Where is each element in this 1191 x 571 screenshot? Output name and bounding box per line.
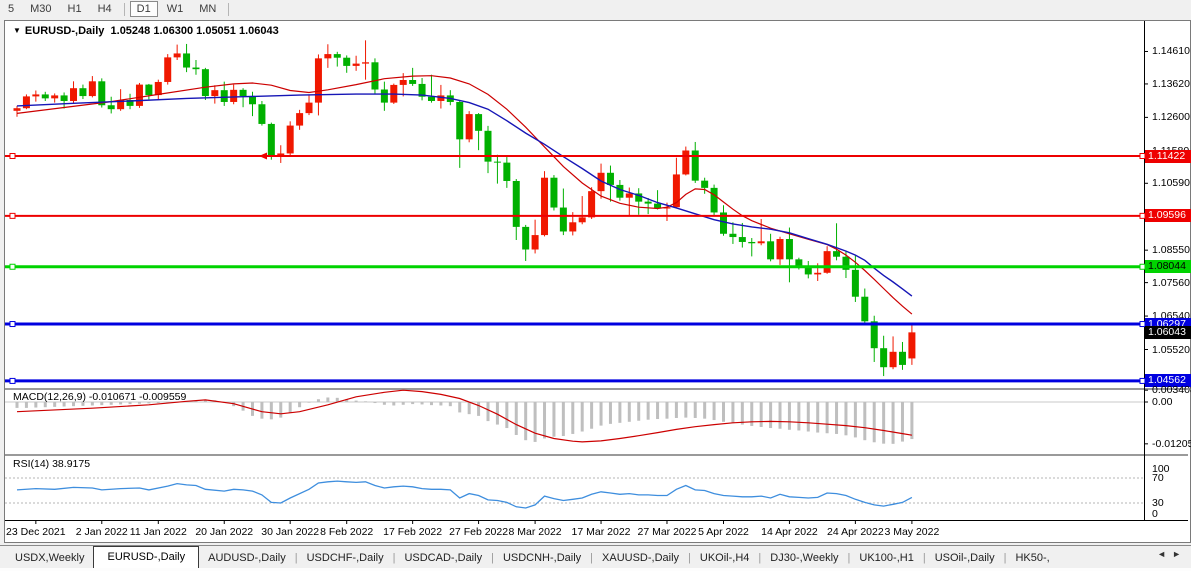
price-chart-canvas[interactable]: [5, 21, 1188, 540]
symbol-tab-uk100-h1[interactable]: UK100-,H1: [850, 548, 922, 568]
macd-axis-tick: 0.00: [1152, 396, 1173, 408]
macd-indicator-label: MACD(12,26,9) -0.010671 -0.009559: [13, 391, 187, 403]
hline-price-badge: 1.08044: [1145, 260, 1191, 274]
date-axis-label: 27 Feb 2022: [449, 526, 509, 538]
hline-price-badge: 1.11422: [1145, 149, 1191, 163]
timeframe-button-5[interactable]: 5: [1, 1, 21, 17]
macd-axis-tick: -0.01205: [1152, 437, 1191, 450]
symbol-tab-hk50[interactable]: HK50-,: [1006, 548, 1058, 568]
timeframe-button-m30[interactable]: M30: [23, 1, 58, 17]
date-axis-label: 24 Apr 2022: [827, 526, 884, 538]
price-axis-tick: 1.12600: [1152, 111, 1190, 124]
symbol-tab-bar: USDX,Weekly EURUSD-,Daily AUDUSD-,Daily | US…: [0, 545, 1191, 568]
chart-ohlc-values: 1.05248 1.06300 1.05051 1.06043: [110, 25, 279, 37]
symbol-tab-xauusd-daily[interactable]: XAUUSD-,Daily: [593, 548, 688, 568]
timeframe-button-h4[interactable]: H4: [91, 1, 119, 17]
date-axis-label: 23 Dec 2021: [6, 526, 66, 538]
symbol-tab-eurusd-daily[interactable]: EURUSD-,Daily: [93, 546, 200, 568]
price-axis-tick: 1.07560: [1152, 276, 1190, 289]
timeframe-button-w1[interactable]: W1: [160, 1, 191, 17]
macd-axis-tick: 0.003408: [1152, 384, 1191, 397]
date-axis-label: 8 Mar 2022: [508, 526, 562, 538]
symbol-tab-usoil-daily[interactable]: USOil-,Daily: [926, 548, 1004, 568]
symbol-tab-usdcad-daily[interactable]: USDCAD-,Daily: [395, 548, 491, 568]
tab-scroll-right-icon[interactable]: ►: [1172, 549, 1187, 559]
timeframe-button-h1[interactable]: H1: [61, 1, 89, 17]
price-axis-tick: 1.10590: [1152, 177, 1190, 190]
timeframe-button-d1[interactable]: D1: [129, 1, 158, 17]
tab-scroll-arrows: ◄►: [1157, 549, 1187, 559]
price-axis-tick: 1.05520: [1152, 343, 1190, 356]
symbol-tab-audusd-daily[interactable]: AUDUSD-,Daily: [199, 548, 295, 568]
date-axis-label: 3 May 2022: [884, 526, 940, 538]
date-axis-label: 27 Mar 2022: [637, 526, 697, 538]
date-axis-label: 20 Jan 2022: [195, 526, 254, 538]
chevron-down-icon: ▼: [13, 26, 21, 35]
rsi-axis-tick: 0: [1152, 508, 1158, 520]
date-axis-label: 30 Jan 2022: [261, 526, 320, 538]
symbol-tab-usdcnh-daily[interactable]: USDCNH-,Daily: [494, 548, 590, 568]
date-axis-label: 17 Feb 2022: [383, 526, 443, 538]
hline-price-badge: 1.09596: [1145, 209, 1191, 223]
chart-window[interactable]: ▼ EURUSD-,Daily 1.05248 1.06300 1.05051 1…: [4, 20, 1191, 543]
chart-symbol-label: EURUSD-,Daily: [24, 25, 105, 37]
timeframe-button-mn[interactable]: MN: [192, 1, 223, 17]
symbol-tab-usdx-weekly[interactable]: USDX,Weekly: [6, 548, 93, 568]
timeframe-toolbar: 5 M30 H1 H4 D1 W1 MN: [0, 0, 1191, 18]
price-axis-tick: 1.08550: [1152, 244, 1190, 257]
date-axis-label: 2 Jan 2022: [75, 526, 128, 538]
date-axis-label: 8 Feb 2022: [320, 526, 374, 538]
rsi-indicator-label: RSI(14) 38.9175: [13, 458, 91, 470]
rsi-axis-tick: 70: [1152, 472, 1164, 484]
date-axis-label: 11 Jan 2022: [129, 526, 187, 538]
current-price-badge: 1.06043: [1145, 325, 1191, 339]
toolbar-divider: [228, 2, 230, 16]
date-axis-label: 5 Apr 2022: [698, 526, 749, 538]
date-axis-label: 17 Mar 2022: [571, 526, 631, 538]
symbol-tab-ukoil-h4[interactable]: UKOil-,H4: [691, 548, 759, 568]
date-axis-label: 14 Apr 2022: [761, 526, 818, 538]
price-axis-tick: 1.13620: [1152, 77, 1190, 90]
price-axis-tick: 1.14610: [1152, 45, 1190, 58]
chart-title: ▼ EURUSD-,Daily 1.05248 1.06300 1.05051 1…: [13, 25, 279, 37]
tab-scroll-left-icon[interactable]: ◄: [1157, 549, 1172, 559]
symbol-tab-usdchf-daily[interactable]: USDCHF-,Daily: [298, 548, 393, 568]
toolbar-divider: [123, 2, 125, 16]
terminal-window: 5 M30 H1 H4 D1 W1 MN ▼ EURUSD-,Daily 1.05248 1.…: [0, 0, 1191, 571]
symbol-tab-dj30-weekly[interactable]: DJ30-,Weekly: [761, 548, 847, 568]
